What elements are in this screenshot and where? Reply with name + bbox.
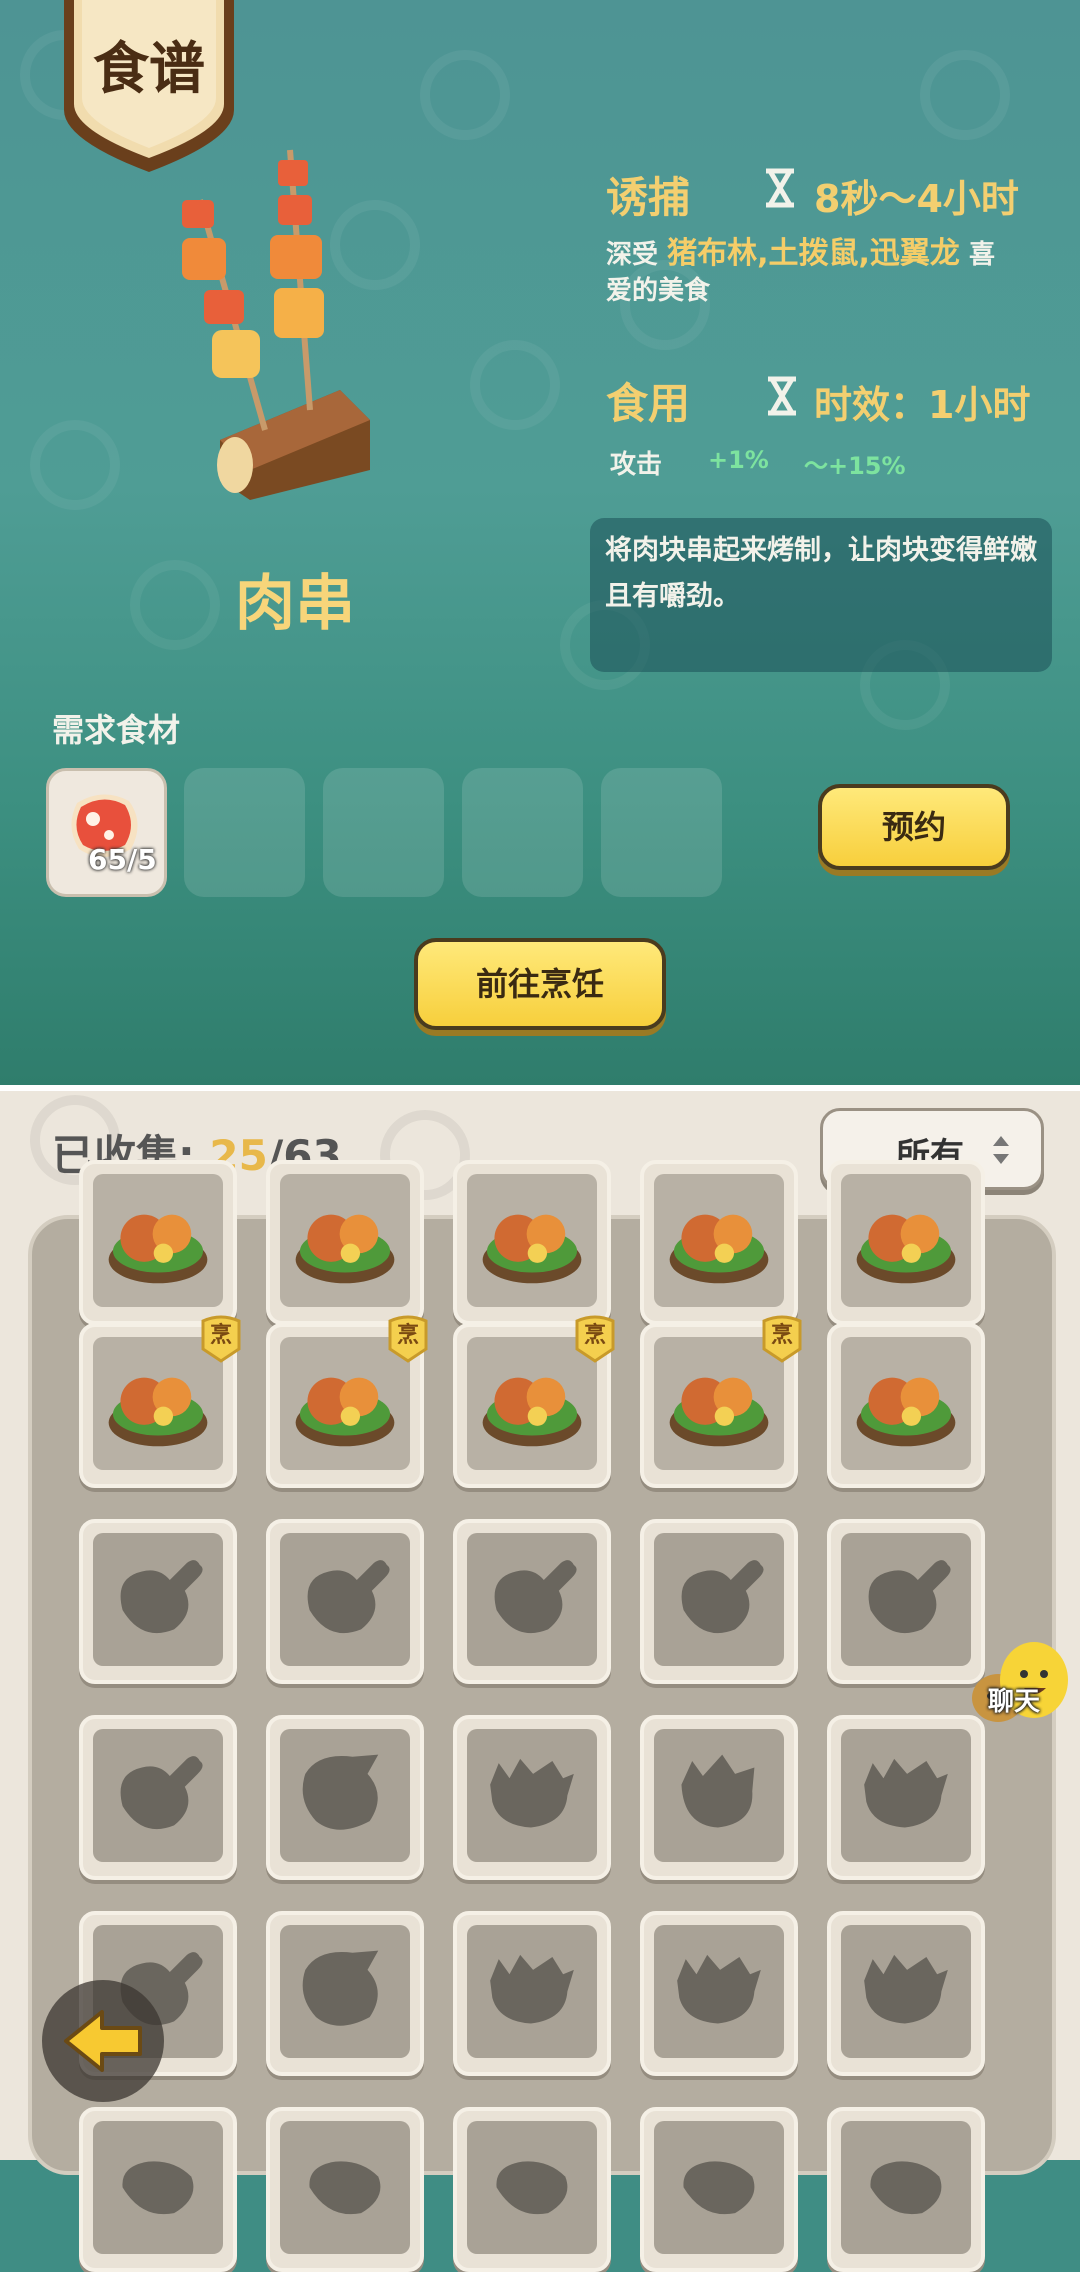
locked-dish-silhouette-icon [864, 1758, 948, 1828]
cooked-badge: 烹 [758, 1313, 806, 1363]
ingredient-count: 65/5 [88, 843, 157, 876]
locked-dish-silhouette-icon [677, 1954, 761, 2024]
dish-icon [108, 1214, 208, 1284]
go-cook-button[interactable]: 前往烹饪 [414, 938, 666, 1030]
banner-title: 食谱 [93, 37, 205, 102]
ingredients-label: 需求食材 [52, 711, 181, 749]
stat-min: +1% [708, 446, 769, 474]
dish-icon [295, 1214, 395, 1284]
locked-dish-silhouette-icon [683, 2161, 755, 2215]
ingredient-slot-empty [462, 768, 583, 897]
recipe-card[interactable] [266, 1911, 424, 2076]
recipe-card[interactable] [453, 1519, 611, 1684]
meat-skewer-image [182, 149, 370, 500]
recipe-card[interactable] [640, 1715, 798, 1880]
locked-dish-silhouette-icon [120, 1756, 203, 1830]
lure-desc-line2: 爱的美食 [606, 276, 711, 306]
locked-dish-silhouette-icon [681, 1754, 755, 1828]
description-text: 将肉块串起来烤制，让肉块变得鲜嫩且有嚼劲。 [605, 535, 1037, 612]
sort-arrows-icon [993, 1136, 1009, 1164]
hourglass-icon [766, 168, 794, 208]
lure-label: 诱捕 [606, 173, 691, 222]
locked-dish-silhouette-icon [302, 1950, 379, 2026]
recipe-card[interactable] [453, 1715, 611, 1880]
recipe-card[interactable] [827, 1715, 985, 1880]
locked-dish-silhouette-icon [864, 1954, 948, 2024]
dish-icon [856, 1377, 956, 1447]
lure-creatures: 猪布林,土拨鼠,迅翼龙 [667, 236, 960, 271]
recipe-card[interactable] [827, 2107, 985, 2272]
recipe-card[interactable] [266, 2107, 424, 2272]
locked-dish-silhouette-icon [309, 2161, 381, 2215]
hourglass-icon [768, 376, 796, 416]
ingredient-slot-meat[interactable] [46, 768, 167, 897]
recipe-card[interactable] [266, 1519, 424, 1684]
lure-duration: 8秒～4小时 [814, 177, 1019, 221]
locked-dish-silhouette-icon [494, 1560, 577, 1634]
recipe-card[interactable] [79, 2107, 237, 2272]
locked-dish-silhouette-icon [496, 2161, 568, 2215]
recipe-card[interactable] [640, 1911, 798, 2076]
locked-dish-silhouette-icon [868, 1560, 951, 1634]
locked-dish-silhouette-icon [681, 1560, 764, 1634]
lure-description: 深受 猪布林,土拨鼠,迅翼龙 喜 爱的美食 [606, 236, 1046, 309]
dish-name: 肉串 [235, 569, 355, 639]
dish-icon [669, 1214, 769, 1284]
locked-dish-silhouette-icon [120, 1560, 203, 1634]
cooked-badge-label: 烹 [209, 1323, 232, 1348]
recipe-card[interactable] [827, 1911, 985, 2076]
recipe-card[interactable] [266, 1160, 424, 1325]
locked-dish-silhouette-icon [307, 1560, 390, 1634]
recipe-card[interactable] [453, 1911, 611, 2076]
dish-icon [856, 1214, 956, 1284]
stat-name: 攻击 [610, 450, 663, 480]
recipe-card[interactable] [640, 2107, 798, 2272]
ingredient-slot-empty [601, 768, 722, 897]
ingredient-slot-empty [184, 768, 305, 897]
recipe-card[interactable] [827, 1160, 985, 1325]
cooked-badge-label: 烹 [770, 1323, 793, 1348]
recipe-card[interactable] [266, 1715, 424, 1880]
cooked-badge: 烹 [384, 1313, 432, 1363]
eat-duration: 时效：1小时 [814, 383, 1031, 427]
locked-dish-silhouette-icon [490, 1954, 574, 2024]
locked-dish-silhouette-icon [302, 1754, 379, 1830]
recipe-card[interactable] [79, 1519, 237, 1684]
lure-desc-suffix: 喜 [968, 240, 995, 270]
recipe-card[interactable] [640, 1519, 798, 1684]
cooked-badge: 烹 [571, 1313, 619, 1363]
ingredient-slot-empty [323, 768, 444, 897]
recipe-card[interactable] [827, 1323, 985, 1488]
back-button[interactable] [42, 1980, 164, 2102]
back-arrow-icon [64, 2010, 142, 2072]
cooked-badge-label: 烹 [396, 1323, 419, 1348]
locked-dish-silhouette-icon [870, 2161, 942, 2215]
cooked-badge-label: 烹 [583, 1323, 606, 1348]
recipe-card[interactable] [453, 1160, 611, 1325]
stat-max: ～+15% [804, 452, 906, 480]
dish-icon [482, 1214, 582, 1284]
reserve-button[interactable]: 预约 [818, 784, 1010, 870]
recipe-card[interactable] [79, 1715, 237, 1880]
cooked-badge: 烹 [197, 1313, 245, 1363]
locked-dish-silhouette-icon [122, 2161, 194, 2215]
locked-dish-silhouette-icon [490, 1758, 574, 1828]
recipe-card[interactable] [453, 2107, 611, 2272]
chat-label: 聊天 [988, 1687, 1041, 1717]
lure-desc-prefix: 深受 [606, 240, 659, 270]
eat-label: 食用 [606, 379, 691, 428]
recipe-card[interactable] [827, 1519, 985, 1684]
recipe-card[interactable] [640, 1160, 798, 1325]
recipe-card[interactable] [79, 1160, 237, 1325]
